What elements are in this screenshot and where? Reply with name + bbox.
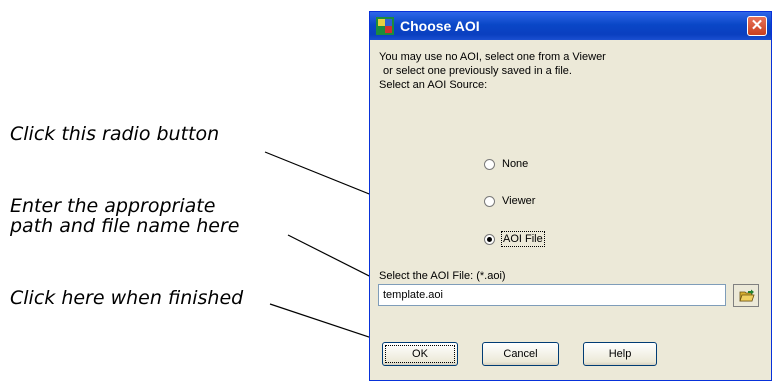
help-button[interactable]: Help — [583, 342, 657, 366]
instruction-line-1: You may use no AOI, select one from a Vi… — [379, 51, 606, 63]
aoi-app-icon — [376, 17, 394, 35]
file-field-label: Select the AOI File: (*.aoi) — [379, 270, 506, 282]
radio-aoi-file-label[interactable]: AOI File — [501, 231, 545, 247]
instruction-line-3: Select an AOI Source: — [379, 79, 488, 91]
radio-aoi-file-circle[interactable] — [484, 233, 495, 245]
instructions: You may use no AOI, select one from a Vi… — [379, 50, 699, 92]
radio-viewer[interactable]: Viewer — [484, 194, 536, 208]
choose-aoi-dialog: Choose AOI ✕ You may use no AOI, select … — [369, 11, 772, 381]
radio-aoi-file[interactable]: AOI File — [484, 231, 545, 247]
radio-none-label[interactable]: None — [501, 157, 529, 171]
dialog-title: Choose AOI — [400, 18, 480, 34]
radio-none-circle[interactable] — [484, 158, 495, 170]
folder-open-icon — [739, 289, 755, 302]
radio-viewer-circle[interactable] — [484, 195, 495, 207]
aoi-file-input[interactable] — [378, 284, 726, 306]
ok-label: OK — [385, 345, 455, 363]
browse-button[interactable] — [733, 284, 759, 307]
radio-viewer-label[interactable]: Viewer — [501, 194, 536, 208]
close-icon: ✕ — [750, 17, 764, 34]
cancel-button[interactable]: Cancel — [482, 342, 559, 366]
title-bar[interactable]: Choose AOI ✕ — [370, 12, 771, 40]
close-button[interactable]: ✕ — [747, 16, 767, 36]
instruction-line-2: or select one previously saved in a file… — [383, 65, 572, 77]
radio-none[interactable]: None — [484, 157, 529, 171]
ok-button[interactable]: OK — [382, 342, 458, 366]
